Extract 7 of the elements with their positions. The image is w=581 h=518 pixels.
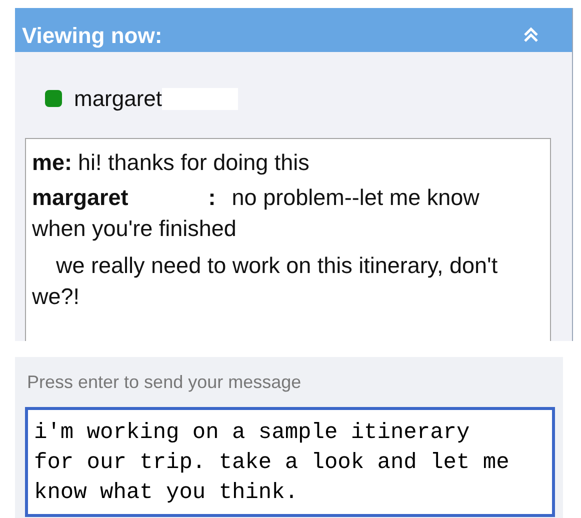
message-input[interactable]: i'm working on a sample itinerary for our trip. take a look and let me know what you think.: [25, 407, 555, 517]
chat-message: we really need to work on this itinerary, don't we?!: [32, 252, 499, 311]
input-hint: Press enter to send your message: [26, 371, 302, 394]
collapse-icon[interactable]: [523, 27, 539, 43]
chat-message: me: hi! thanks for doing this: [32, 149, 310, 177]
panel-title: Viewing now:: [22, 22, 162, 50]
viewer-name: margaret: [74, 85, 162, 113]
